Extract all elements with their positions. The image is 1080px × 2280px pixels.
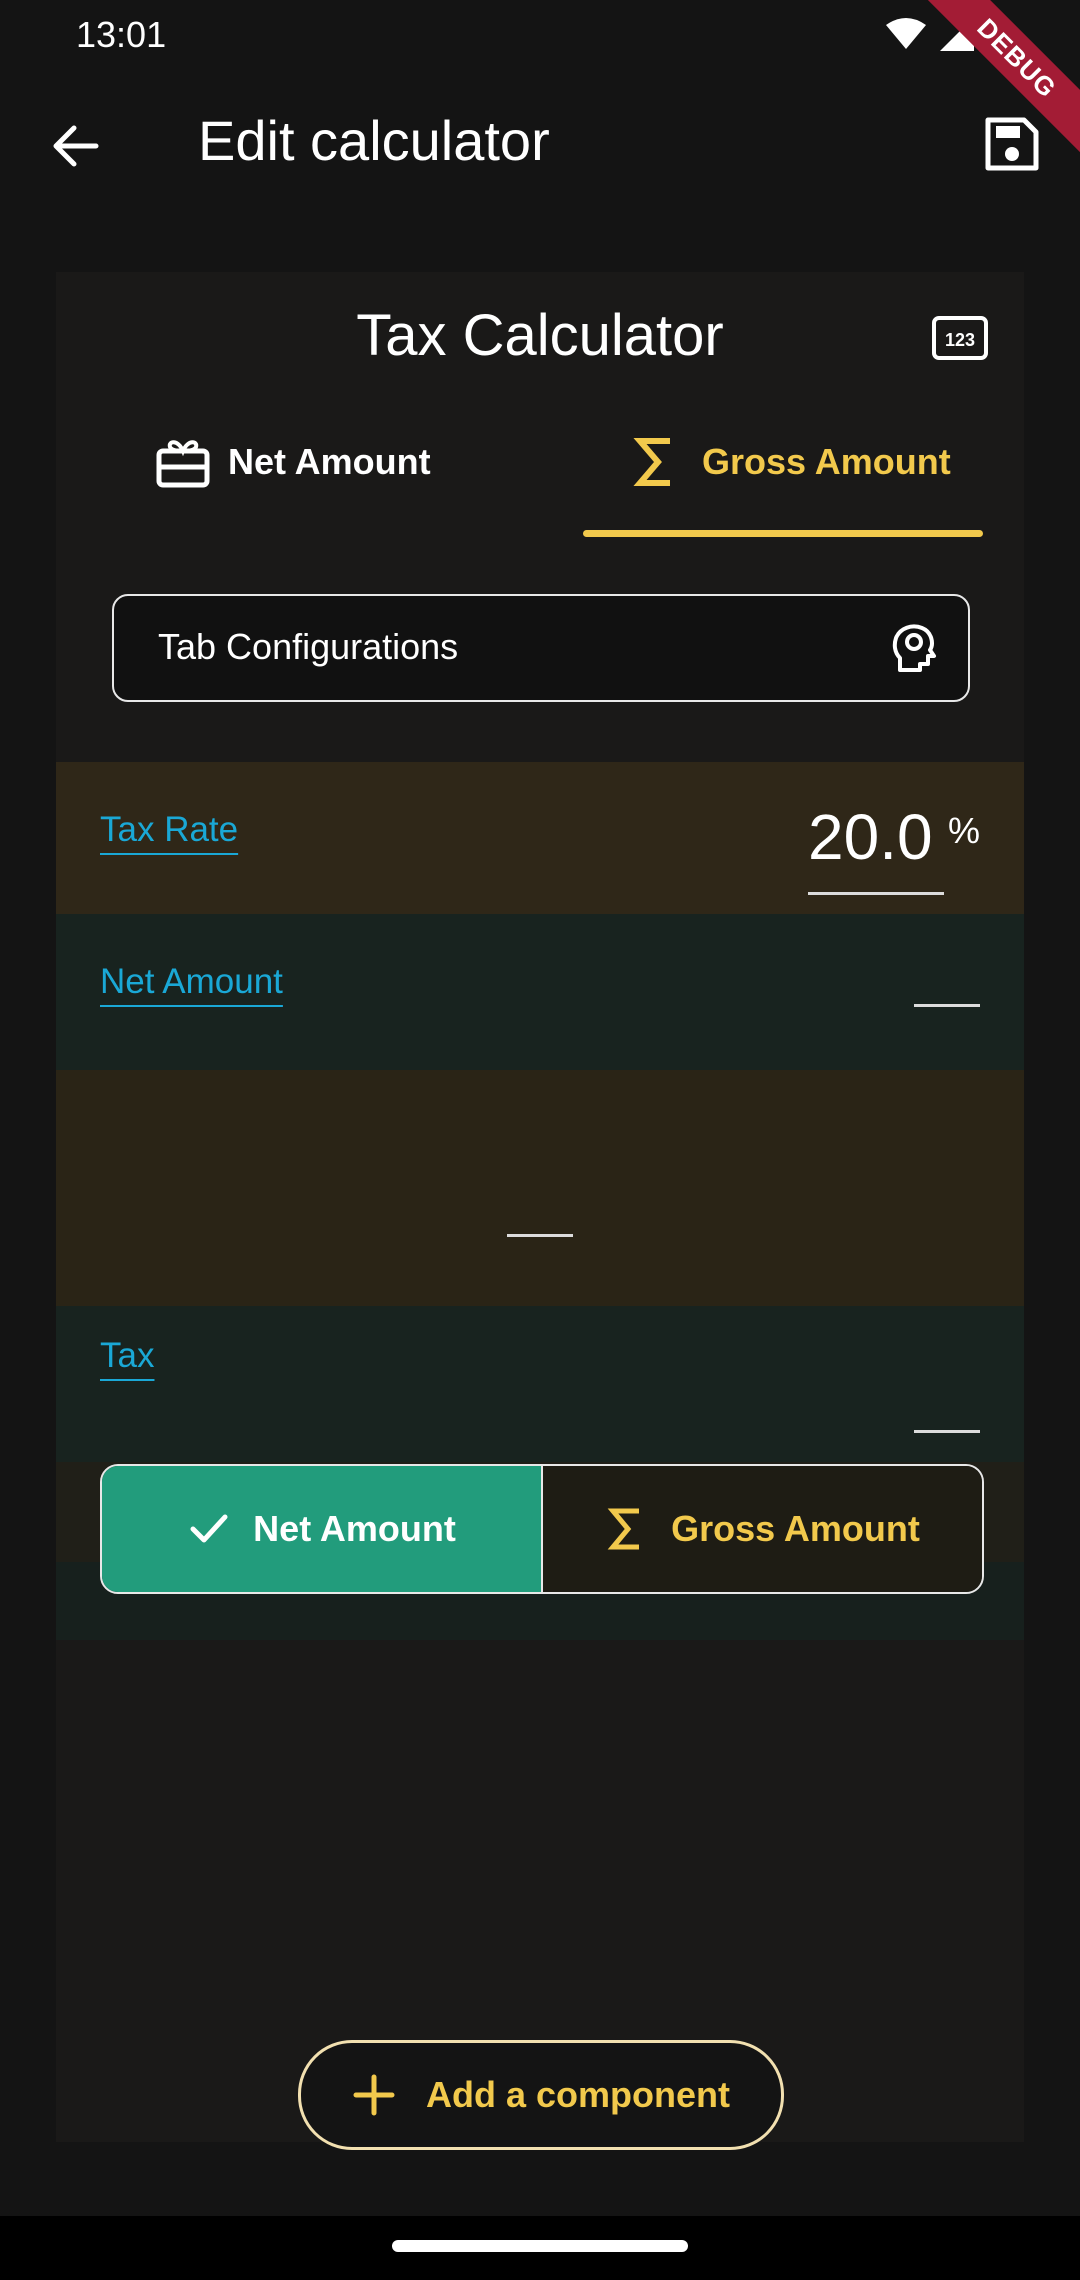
- tax-rate-underline: [808, 892, 944, 895]
- tax-label[interactable]: Tax: [100, 1336, 154, 1376]
- arrow-back-icon: [53, 125, 99, 167]
- segment-net-amount-label: Net Amount: [253, 1508, 456, 1549]
- tab-indicator: [583, 530, 983, 537]
- tab-gross-amount[interactable]: Gross Amount: [630, 412, 951, 512]
- numbers-button[interactable]: 123: [932, 316, 988, 360]
- tab-configurations-field[interactable]: Tab Configurations: [112, 594, 970, 702]
- sigma-icon: [633, 438, 670, 486]
- redeem-icon: [156, 440, 210, 488]
- check-icon: [190, 1514, 228, 1543]
- tab-configurations-label: Tab Configurations: [158, 626, 459, 667]
- calculator-card: Tax Calculator 123 Net Amount Gross Amou…: [56, 272, 1024, 2142]
- page-title: Edit calculator: [198, 109, 550, 172]
- tax-rate-unit: %: [948, 810, 981, 851]
- tab-net-amount-label: Net Amount: [228, 441, 431, 482]
- gross-amount-underline: [507, 1234, 573, 1237]
- status-bar: 13:01 DEBUG: [0, 0, 1080, 162]
- net-amount-row: Net Amount: [56, 914, 1024, 1070]
- tab-bar: Net Amount Gross Amount: [56, 412, 1024, 512]
- back-button[interactable]: [44, 114, 108, 178]
- tax-rate-row: Tax Rate 20.0 %: [56, 762, 1024, 914]
- add-component-button[interactable]: Add a component: [298, 2040, 784, 2150]
- result-mode-toggle: Net Amount Gross Amount: [100, 1464, 984, 1594]
- tab-gross-amount-label: Gross Amount: [702, 441, 951, 482]
- gross-amount-row: [56, 1070, 1024, 1306]
- sigma-icon: [607, 1508, 640, 1550]
- segment-gross-amount[interactable]: Gross Amount: [543, 1466, 982, 1592]
- status-time: 13:01: [76, 14, 167, 55]
- save-icon: [985, 117, 1039, 171]
- add-component-label: Add a component: [426, 2074, 730, 2115]
- calculator-title: Tax Calculator: [356, 303, 724, 368]
- psychology-icon[interactable]: [888, 622, 940, 674]
- wifi-icon: [886, 18, 926, 49]
- app-bar: Edit calculator: [0, 72, 1080, 212]
- segment-gross-amount-label: Gross Amount: [671, 1508, 920, 1549]
- tax-rate-label[interactable]: Tax Rate: [100, 810, 238, 850]
- system-nav-bar: [0, 2216, 1080, 2280]
- net-amount-underline: [914, 1004, 980, 1007]
- tax-rate-value[interactable]: 20.0: [808, 800, 933, 874]
- tab-net-amount[interactable]: Net Amount: [156, 412, 431, 512]
- save-button[interactable]: [980, 112, 1044, 176]
- 123-icon: 123: [932, 316, 988, 360]
- tax-row: Tax: [56, 1306, 1024, 1462]
- tax-underline: [914, 1430, 980, 1433]
- svg-text:123: 123: [945, 330, 975, 350]
- net-amount-label[interactable]: Net Amount: [100, 962, 283, 1002]
- segment-net-amount[interactable]: Net Amount: [102, 1466, 543, 1592]
- home-gesture-handle[interactable]: [392, 2240, 688, 2252]
- plus-icon: [353, 2074, 395, 2116]
